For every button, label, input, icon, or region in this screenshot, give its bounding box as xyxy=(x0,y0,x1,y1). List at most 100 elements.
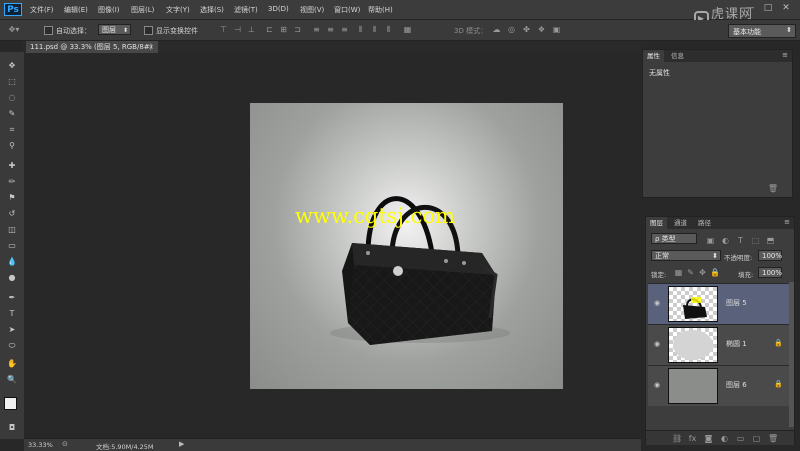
layer-filter-dropdown[interactable]: ρ 类型 xyxy=(651,233,697,244)
move-tool-icon[interactable]: ✥ xyxy=(5,60,19,71)
trash-icon[interactable]: 🗑 xyxy=(768,184,778,193)
document-tab[interactable]: 111.psd @ 33.3% (图层 5, RGB/8#) * × xyxy=(26,41,158,63)
menu-file[interactable]: 文件(F) xyxy=(30,5,54,15)
layer-style-icon[interactable]: fx xyxy=(688,434,697,443)
crop-tool-icon[interactable]: ⌗ xyxy=(5,124,19,135)
new-group-icon[interactable]: ▭ xyxy=(736,434,745,443)
zoom-level[interactable]: 33.33% xyxy=(28,441,53,449)
path-select-tool-icon[interactable]: ➤ xyxy=(5,324,19,335)
delete-layer-icon[interactable]: 🗑 xyxy=(768,434,778,443)
layer-name[interactable]: 图层 5 xyxy=(726,298,747,308)
panel-menu-icon[interactable]: ≡ xyxy=(782,51,788,59)
layer-row[interactable]: ◉ 椭圆 1 🔒 xyxy=(648,324,794,365)
menu-view[interactable]: 视图(V) xyxy=(300,5,324,15)
quick-select-tool-icon[interactable]: ✎ xyxy=(5,108,19,119)
pen-tool-icon[interactable]: ✒ xyxy=(5,292,19,303)
auto-select-dropdown[interactable]: 图层 ⬍ xyxy=(98,24,131,35)
distribute-vcenter-icon[interactable]: ≡ xyxy=(326,25,335,34)
blend-mode-dropdown[interactable]: 正常 ⬍ xyxy=(651,250,721,261)
clone-stamp-tool-icon[interactable]: ⚑ xyxy=(5,192,19,203)
quick-mask-icon[interactable]: ◘ xyxy=(5,422,19,433)
maximize-button[interactable]: □ xyxy=(762,3,774,13)
filter-pixel-icon[interactable]: ▣ xyxy=(706,236,715,245)
distribute-top-icon[interactable]: ≡ xyxy=(312,25,321,34)
adjustment-layer-icon[interactable]: ◐ xyxy=(720,434,729,443)
workspace-dropdown[interactable]: 基本功能 ⬍ xyxy=(728,24,796,38)
lock-transparent-icon[interactable]: ▦ xyxy=(674,268,683,277)
document-canvas[interactable] xyxy=(250,103,563,389)
menu-window[interactable]: 窗口(W) xyxy=(334,5,360,15)
blur-tool-icon[interactable]: 💧 xyxy=(5,256,19,267)
menu-image[interactable]: 图像(I) xyxy=(98,5,120,15)
tab-channels[interactable]: 通道 xyxy=(670,217,691,229)
menu-3d[interactable]: 3D(D) xyxy=(268,5,289,13)
eyedropper-tool-icon[interactable]: ⚲ xyxy=(5,140,19,151)
hand-tool-icon[interactable]: ✋ xyxy=(5,358,19,369)
align-vcenter-icon[interactable]: ⊣ xyxy=(233,25,242,34)
align-hcenter-icon[interactable]: ⊞ xyxy=(279,25,288,34)
filter-adjust-icon[interactable]: ◐ xyxy=(721,236,730,245)
pan-3d-icon[interactable]: ✤ xyxy=(522,25,531,34)
tab-paths[interactable]: 路径 xyxy=(694,217,715,229)
lock-position-icon[interactable]: ✥ xyxy=(698,268,707,277)
move-tool-preset-icon[interactable]: ✥▾ xyxy=(6,25,22,34)
filter-smart-icon[interactable]: ⬒ xyxy=(766,236,775,245)
orbit-3d-icon[interactable]: ☁ xyxy=(492,25,501,34)
fill-input[interactable]: 100% xyxy=(758,267,782,278)
layer-name[interactable]: 图层 6 xyxy=(726,380,747,390)
layer-row[interactable]: ◉ 图层 5 xyxy=(648,283,794,324)
tab-layers[interactable]: 图层 xyxy=(646,217,667,229)
panel-menu-icon[interactable]: ≡ xyxy=(784,218,790,226)
layer-row[interactable]: ◉ 图层 6 🔒 xyxy=(648,365,794,406)
layers-scrollbar[interactable] xyxy=(789,282,794,427)
distribute-hcenter-icon[interactable]: ⦀ xyxy=(370,25,379,34)
close-tab-icon[interactable]: × xyxy=(148,41,154,53)
eye-icon[interactable]: ◉ xyxy=(654,341,664,348)
gradient-tool-icon[interactable]: ▭ xyxy=(5,240,19,251)
healing-brush-tool-icon[interactable]: ✚ xyxy=(5,160,19,171)
distribute-bottom-icon[interactable]: ≡ xyxy=(340,25,349,34)
eye-icon[interactable]: ◉ xyxy=(654,382,664,389)
add-mask-icon[interactable]: ◙ xyxy=(704,434,713,443)
menu-select[interactable]: 选择(S) xyxy=(200,5,224,15)
align-bottom-icon[interactable]: ⊥ xyxy=(247,25,256,34)
align-left-icon[interactable]: ⊏ xyxy=(265,25,274,34)
shape-tool-icon[interactable]: ⬭ xyxy=(5,340,19,351)
slide-3d-icon[interactable]: ❖ xyxy=(537,25,546,34)
zoom-tool-icon[interactable]: 🔍 xyxy=(5,374,19,385)
share-icon[interactable]: ⊙ xyxy=(62,440,68,448)
layer-name[interactable]: 椭圆 1 xyxy=(726,339,747,349)
scale-3d-icon[interactable]: ▣ xyxy=(552,25,561,34)
tab-info[interactable]: 信息 xyxy=(667,50,688,62)
marquee-tool-icon[interactable]: ⬚ xyxy=(5,76,19,87)
brush-tool-icon[interactable]: ✏ xyxy=(5,176,19,187)
eraser-tool-icon[interactable]: ◫ xyxy=(5,224,19,235)
minimize-button[interactable]: — xyxy=(744,3,756,13)
menu-edit[interactable]: 编辑(E) xyxy=(64,5,88,15)
distribute-left-icon[interactable]: ⦀ xyxy=(356,25,365,34)
menu-help[interactable]: 帮助(H) xyxy=(368,5,393,15)
lasso-tool-icon[interactable]: ◌ xyxy=(5,92,19,103)
new-layer-icon[interactable]: ▢ xyxy=(752,434,761,443)
close-button[interactable]: ✕ xyxy=(780,3,792,13)
foreground-color-swatch[interactable] xyxy=(4,397,17,410)
dodge-tool-icon[interactable]: ● xyxy=(5,272,19,283)
link-layers-icon[interactable]: ⛓ xyxy=(672,434,682,443)
status-menu-arrow-icon[interactable]: ▶ xyxy=(179,440,184,448)
show-transform-checkbox[interactable] xyxy=(144,26,153,35)
eye-icon[interactable]: ◉ xyxy=(654,300,664,307)
align-top-icon[interactable]: ⊤ xyxy=(219,25,228,34)
auto-align-icon[interactable]: ▦ xyxy=(403,25,412,34)
menu-layer[interactable]: 图层(L) xyxy=(131,5,154,15)
align-right-icon[interactable]: ⊐ xyxy=(293,25,302,34)
history-brush-tool-icon[interactable]: ↺ xyxy=(5,208,19,219)
filter-shape-icon[interactable]: ⬚ xyxy=(751,236,760,245)
type-tool-icon[interactable]: T xyxy=(5,308,19,319)
menu-filter[interactable]: 滤镜(T) xyxy=(234,5,258,15)
auto-select-checkbox[interactable] xyxy=(44,26,53,35)
tab-properties[interactable]: 属性 xyxy=(643,50,664,62)
lock-all-icon[interactable]: 🔒 xyxy=(710,268,720,277)
roll-3d-icon[interactable]: ◎ xyxy=(507,25,516,34)
menu-type[interactable]: 文字(Y) xyxy=(166,5,190,15)
opacity-input[interactable]: 100% xyxy=(758,250,782,261)
